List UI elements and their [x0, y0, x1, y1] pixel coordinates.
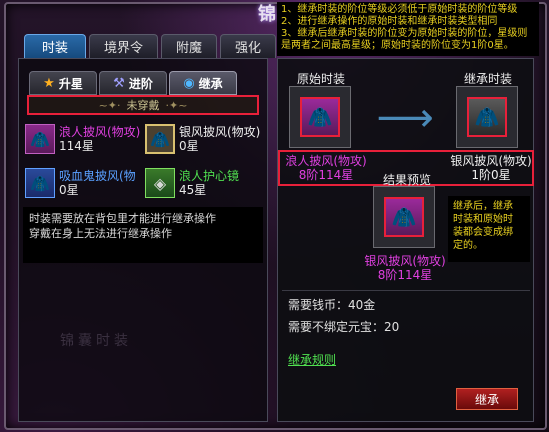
- rules-tooltip: 1、继承时装的阶位等级必须低于原始时装的阶位等级 2、进行继承操作的原始时装和继…: [277, 2, 539, 56]
- hammer-icon: ⚒: [113, 75, 125, 91]
- original-stats: 8阶114星: [298, 168, 354, 182]
- note-line: 穿戴在身上无法进行继承操作: [29, 227, 172, 240]
- list-item[interactable]: 🧥 银风披风(物攻) 0星: [145, 119, 263, 159]
- desc-line: 时装和原始时: [453, 214, 513, 225]
- item-stars: 114星: [59, 139, 94, 153]
- money-cost: 需要钱币：40金: [288, 298, 376, 312]
- inherit-button[interactable]: 继承: [456, 388, 518, 410]
- preview-stats: 8阶114星: [377, 268, 433, 282]
- item-name: 浪人披风(物攻): [59, 125, 141, 139]
- cloak-icon: 🧥: [25, 168, 55, 198]
- unequipped-header: ~✦· 未穿戴 ·✦~: [27, 95, 259, 115]
- cloak-icon: 🧥: [384, 197, 424, 237]
- list-item[interactable]: 🧥 浪人披风(物攻) 114星: [25, 119, 143, 159]
- desc-line: 继承后，继承: [453, 201, 513, 212]
- cloak-icon: 🧥: [145, 124, 175, 154]
- inherit-slot[interactable]: 🧥: [456, 86, 518, 148]
- tab-enhance[interactable]: 强化: [220, 34, 277, 58]
- desc-line: 装都会变成绑: [453, 227, 513, 238]
- inherit-note: 时装需要放在背包里才能进行继承操作 穿戴在身上无法进行继承操作: [23, 207, 263, 263]
- item-name: 银风披风(物攻): [179, 125, 261, 139]
- tab-label: 继承: [198, 76, 223, 91]
- preview-name: 银风披风(物攻): [364, 254, 446, 268]
- tooltip-line: 2、进行继承操作的原始时装和继承时装类型相同: [281, 16, 498, 27]
- tab-advance[interactable]: ⚒ 进阶: [99, 71, 167, 95]
- tab-label: 进阶: [128, 76, 153, 91]
- note-line: 时装需要放在背包里才能进行继承操作: [29, 212, 216, 225]
- faded-background-text: 锦囊时装: [60, 333, 132, 349]
- fashion-list-panel: ★ 升星 ⚒ 进阶 ◉ 继承 ~✦· 未穿戴 ·✦~ 🧥 浪人披风(物攻) 11…: [18, 58, 268, 422]
- tooltip-line: 3、继承后继承时装的阶位变为原始时装的阶位，星级则: [281, 28, 528, 39]
- top-tab-bar: 时装 境界令 附魔 强化: [24, 34, 277, 58]
- preview-slot: 🧥: [373, 186, 435, 248]
- tab-realm-token[interactable]: 境界令: [89, 34, 159, 58]
- item-stars: 0星: [59, 183, 79, 197]
- gold-cost: 需要不绑定元宝：20: [288, 320, 400, 334]
- arrow-right-icon: ⟶: [376, 95, 434, 141]
- inherit-rules-link[interactable]: 继承规则: [288, 351, 336, 368]
- item-stars: 45星: [179, 183, 207, 197]
- item-name: 吸血鬼披风(物: [59, 169, 136, 183]
- cloak-icon: 🧥: [300, 97, 340, 137]
- original-name: 浪人披风(物攻): [285, 154, 367, 168]
- tab-enchant[interactable]: 附魔: [161, 34, 218, 58]
- original-label: 原始时装: [297, 72, 346, 86]
- inherit-name: 银风披风(物攻): [450, 154, 532, 168]
- window-title: 锦: [258, 4, 276, 25]
- star-icon: ★: [43, 75, 55, 91]
- desc-line: 定的。: [453, 240, 483, 251]
- sub-tab-bar: ★ 升星 ⚒ 进阶 ◉ 继承: [29, 71, 237, 95]
- tooltip-line: 1、继承时装的阶位等级必须低于原始时装的阶位等级: [281, 4, 518, 15]
- bind-description: 继承后，继承 时装和原始时 装都会变成绑 定的。: [448, 196, 530, 262]
- original-slot[interactable]: 🧥: [289, 86, 351, 148]
- tab-inherit[interactable]: ◉ 继承: [169, 71, 237, 95]
- cloak-icon: 🧥: [467, 97, 507, 137]
- tab-label: 升星: [58, 76, 83, 91]
- inherit-stats: 1阶0星: [471, 168, 511, 182]
- list-item[interactable]: ◈ 浪人护心镜 45星: [145, 163, 263, 203]
- ornament-icon: ·✦~: [165, 98, 188, 112]
- item-name: 浪人护心镜: [179, 169, 240, 183]
- inherit-label: 继承时装: [464, 72, 513, 86]
- cloak-icon: 🧥: [25, 124, 55, 154]
- orb-icon: ◉: [183, 75, 195, 91]
- unequipped-label: 未穿戴: [126, 99, 160, 112]
- ornament-icon: ~✦·: [98, 98, 121, 112]
- mirror-icon: ◈: [145, 168, 175, 198]
- tab-fashion[interactable]: 时装: [24, 34, 86, 58]
- divider: [282, 290, 530, 291]
- item-stars: 0星: [179, 139, 199, 153]
- tab-star-up[interactable]: ★ 升星: [29, 71, 97, 95]
- list-item[interactable]: 🧥 吸血鬼披风(物 0星: [25, 163, 143, 203]
- tooltip-line: 是两者之间最高星级；原始时装的阶位变为1阶0星。: [281, 40, 514, 51]
